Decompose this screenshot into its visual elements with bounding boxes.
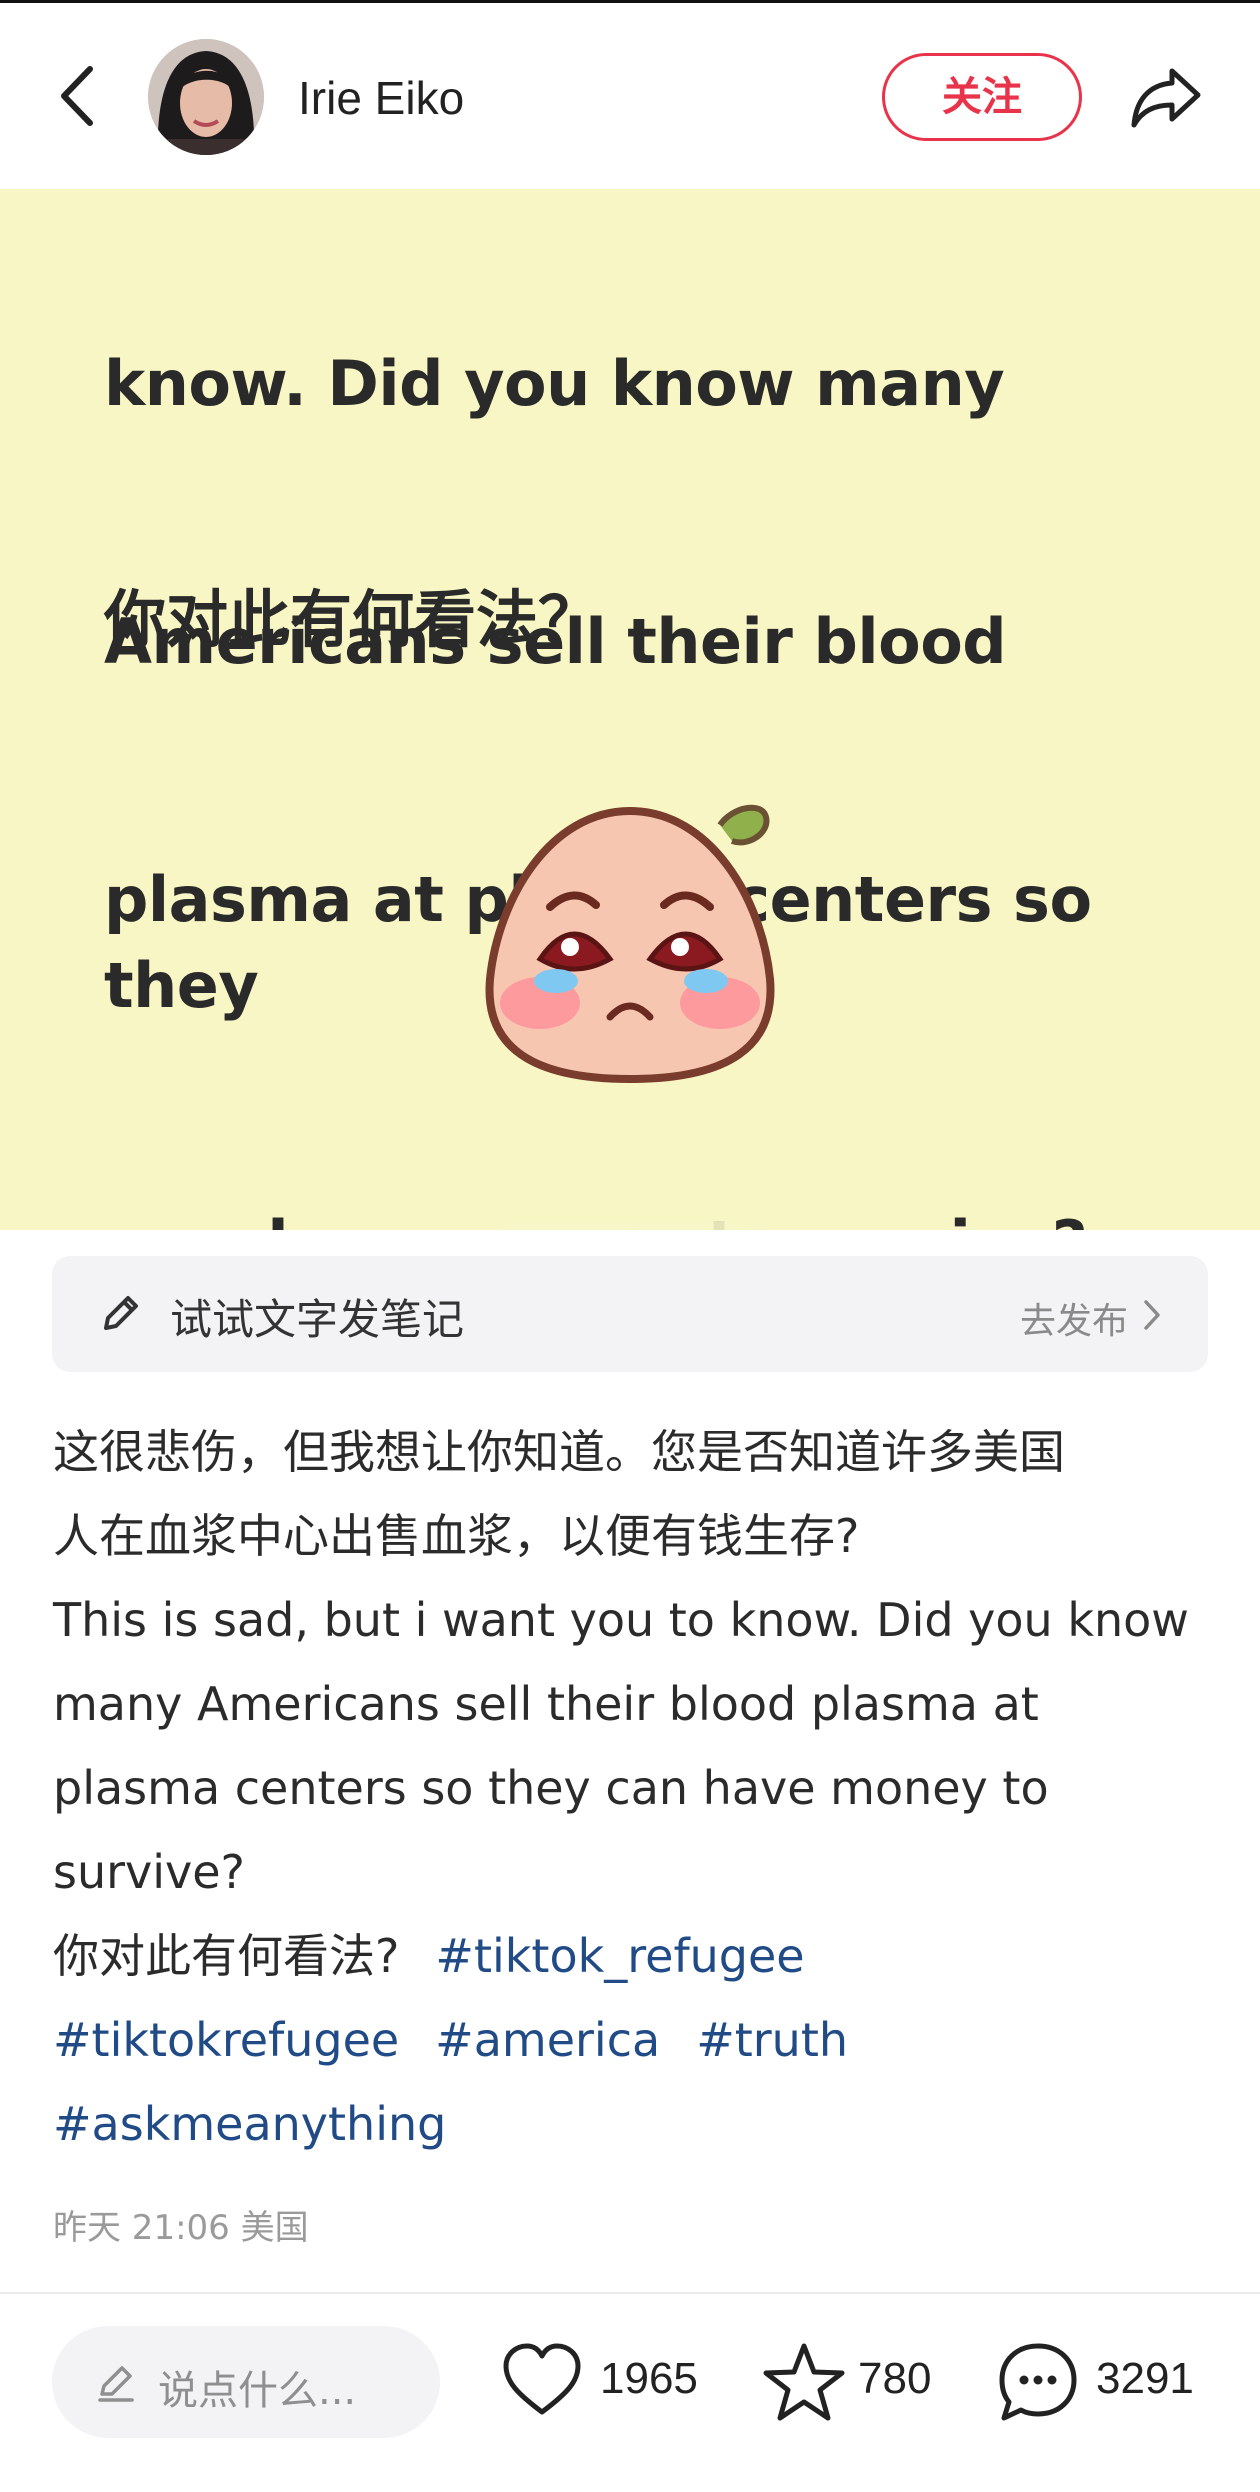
question-tag-row: 你对此有何看法? #tiktok_refugee	[53, 1914, 1213, 1998]
author-avatar[interactable]	[148, 39, 264, 155]
comment-count: 3291	[1096, 2354, 1194, 2403]
chevron-left-icon	[61, 66, 93, 126]
comment-bubble-icon	[999, 2343, 1077, 2421]
post-question: 你对此有何看法?	[53, 1929, 400, 1983]
post-text-line: plasma centers so they can have money to	[53, 1761, 1049, 1815]
post-text-line: This is sad, but i want you to know. Did…	[53, 1593, 1189, 1647]
pencil-icon	[98, 2366, 134, 2402]
collect-button[interactable]: 780	[762, 2340, 962, 2424]
post-text-line: survive?	[53, 1845, 245, 1899]
pencil-icon	[104, 1296, 138, 1330]
share-icon	[1131, 68, 1201, 128]
image-text-line: know. Did you know many	[104, 347, 1005, 420]
bottom-divider	[0, 2292, 1260, 2294]
post-text-line: 这很悲伤，但我想让你知道。您是否知道许多美国	[53, 1425, 1065, 1479]
hashtag-link[interactable]: #tiktok_refugee	[435, 1929, 804, 1983]
post-body: 这很悲伤，但我想让你知道。您是否知道许多美国 人在血浆中心出售血浆，以便有钱生存…	[53, 1410, 1213, 2166]
author-name[interactable]: Irie Eiko	[298, 71, 464, 125]
hashtag-link[interactable]: #truth	[696, 2013, 848, 2067]
post-image[interactable]: know. Did you know many Americans sell t…	[0, 189, 1260, 1230]
hashtag-link[interactable]: #tiktokrefugee	[53, 2013, 399, 2067]
follow-button[interactable]: 关注	[882, 53, 1082, 141]
prompt-label: 试试文字发笔记	[170, 1295, 465, 1344]
hashtag-row: #tiktokrefugee #america #truth	[53, 1998, 1213, 2082]
back-button[interactable]	[52, 61, 112, 131]
chevron-right-icon	[1144, 1300, 1160, 1330]
post-text-line: 人在血浆中心出售血浆，以便有钱生存?	[53, 1509, 860, 1563]
crying-peach-emoji	[485, 804, 775, 1084]
comment-input[interactable]: 说点什么...	[52, 2326, 440, 2438]
heart-icon	[503, 2343, 581, 2415]
post-header: Irie Eiko 关注	[0, 3, 1260, 189]
publish-link[interactable]: 去发布	[1020, 1292, 1128, 1344]
carousel-indicator	[490, 1219, 760, 1230]
hashtag-link[interactable]: #america	[435, 2013, 660, 2067]
write-note-prompt[interactable]: 试试文字发笔记 去发布	[52, 1256, 1208, 1372]
post-text-line: many Americans sell their blood plasma a…	[53, 1677, 1039, 1731]
hashtag-link[interactable]: #askmeanything	[53, 2097, 446, 2151]
like-button[interactable]: 1965	[500, 2340, 720, 2424]
hashtag-row: #askmeanything	[53, 2082, 1213, 2166]
like-count: 1965	[600, 2354, 698, 2403]
collect-count: 780	[858, 2354, 932, 2403]
comment-placeholder: 说点什么...	[158, 2368, 357, 2414]
star-icon	[763, 2343, 845, 2421]
image-question: 你对此有何看法？	[104, 583, 601, 656]
share-button[interactable]	[1128, 63, 1204, 133]
comment-button[interactable]: 3291	[996, 2340, 1216, 2424]
avatar-image	[148, 39, 264, 155]
post-timestamp: 昨天 21:06 美国	[53, 2208, 309, 2248]
